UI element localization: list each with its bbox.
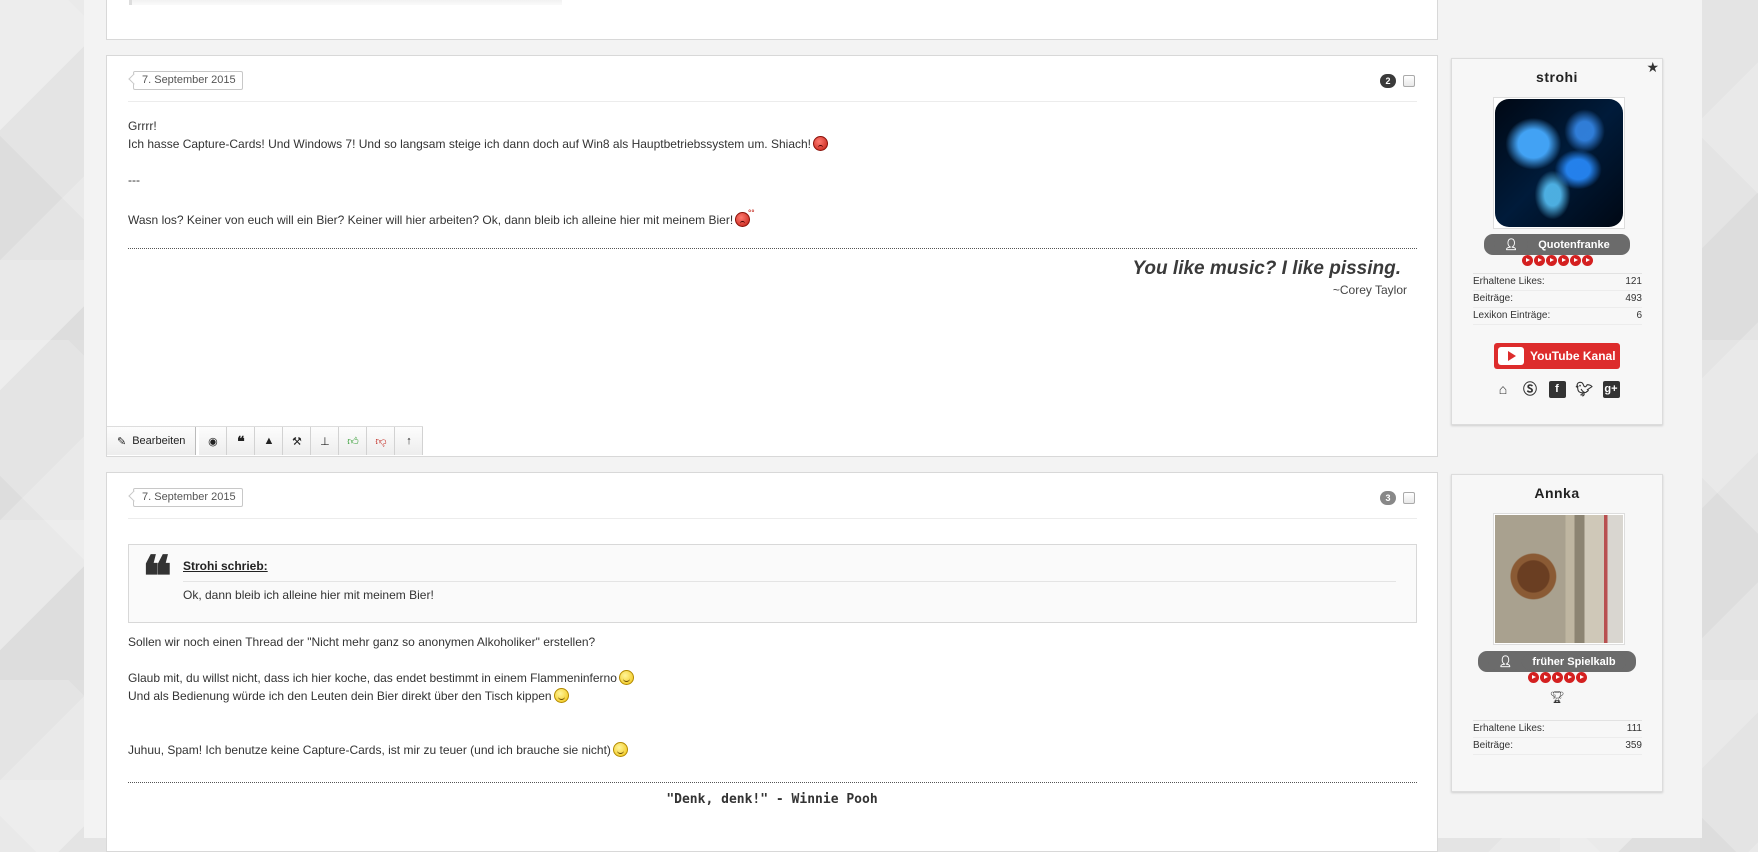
rank-star-icon bbox=[1533, 255, 1545, 266]
scroll-top-button[interactable]: ↑ bbox=[395, 427, 424, 455]
post-number-badge[interactable]: 3 bbox=[1380, 491, 1396, 505]
twitter-icon[interactable]: 🐦︎ bbox=[1576, 381, 1594, 398]
post-line: Grrrr! bbox=[128, 119, 157, 133]
username[interactable]: Annka bbox=[1452, 485, 1662, 501]
pin-icon: ⊥ bbox=[320, 435, 330, 448]
post-line: Sollen wir noch einen Thread der "Nicht … bbox=[128, 635, 596, 649]
quote-icon: ❝ bbox=[237, 432, 245, 449]
stat-row: Beiträge: 359 bbox=[1473, 738, 1642, 755]
grin-smiley-icon bbox=[612, 742, 628, 757]
user-sidebar-strohi: strohi ★ 👤︎ Quotenfranke Erhaltene Likes… bbox=[1451, 58, 1663, 425]
rank-star-icon bbox=[1563, 672, 1575, 683]
post-line: Wasn los? Keiner von euch will ein Bier?… bbox=[128, 210, 755, 227]
user-icon: 👤︎ bbox=[1494, 236, 1529, 253]
globe-icon: ◉ bbox=[208, 435, 218, 448]
google-plus-icon[interactable]: g+ bbox=[1602, 381, 1620, 398]
username[interactable]: strohi bbox=[1452, 69, 1662, 85]
thumbs-up-icon: 👍︎ bbox=[347, 435, 359, 448]
header-divider bbox=[128, 101, 1417, 102]
trophy-icon: 🏆︎ bbox=[1549, 690, 1565, 704]
pencil-icon: ✎ bbox=[117, 435, 127, 448]
rank-star-icon bbox=[1581, 255, 1593, 266]
arrow-up-icon: ↑ bbox=[406, 435, 412, 447]
social-links: ⌂ Ⓢ f 🐦︎ g+ bbox=[1452, 381, 1662, 398]
stat-row: Erhaltene Likes: 111 bbox=[1473, 721, 1642, 738]
post-number-badge[interactable]: 2 bbox=[1380, 74, 1396, 88]
quote-author-link[interactable]: Strohi schrieb: bbox=[183, 559, 268, 573]
rank-star-icon bbox=[1575, 672, 1587, 683]
rank-star-icon bbox=[1569, 255, 1581, 266]
quote-icon: ❝ bbox=[142, 544, 173, 610]
home-icon[interactable]: ⌂ bbox=[1495, 381, 1512, 398]
user-stats: Erhaltene Likes: 111 Beiträge: 359 bbox=[1473, 720, 1642, 755]
post-select-checkbox[interactable] bbox=[1403, 75, 1415, 87]
user-stats: Erhaltene Likes: 121 Beiträge: 493 Lexikon… bbox=[1473, 273, 1642, 325]
post-select-checkbox[interactable] bbox=[1403, 492, 1415, 504]
rank-stars bbox=[1452, 672, 1662, 683]
signature-text: "Denk, denk!" - Winnie Pooh bbox=[666, 792, 878, 807]
post-line: Ich hasse Capture-Cards! Und Windows 7! … bbox=[128, 135, 829, 153]
like-button[interactable]: 👍︎ bbox=[339, 427, 368, 455]
hammer-icon: ⚒ bbox=[292, 435, 302, 448]
post-toolbar: ✎ Bearbeiten ◉ ❝ ▲ ⚒ ⊥ 👍︎ 👎︎ ↑ bbox=[107, 426, 424, 456]
stat-row: Erhaltene Likes: 121 bbox=[1473, 274, 1642, 291]
edit-button[interactable]: ✎ Bearbeiten bbox=[107, 427, 197, 455]
thumbs-down-icon: 👎︎ bbox=[375, 435, 387, 448]
signature-divider bbox=[128, 248, 1417, 249]
rank-star-icon bbox=[1551, 672, 1563, 683]
rank-star-icon bbox=[1521, 255, 1533, 266]
post-date[interactable]: 7. September 2015 bbox=[133, 488, 243, 507]
angry-smiley-icon bbox=[813, 136, 829, 151]
post-body: Grrrr! Ich hasse Capture-Cards! Und Wind… bbox=[128, 117, 829, 229]
youtube-icon bbox=[1498, 347, 1524, 365]
grin-smiley-icon bbox=[553, 688, 569, 703]
skype-icon[interactable]: Ⓢ bbox=[1522, 381, 1539, 398]
quote-block: ❝ Strohi schrieb: Ok, dann bleib ich all… bbox=[128, 544, 1417, 623]
dislike-button[interactable]: 👎︎ bbox=[367, 427, 396, 455]
rank-badge: 👤︎ früher Spielkalb bbox=[1452, 651, 1662, 672]
header-divider bbox=[128, 518, 1417, 519]
signature-quote: You like music? I like pissing. bbox=[1132, 258, 1401, 279]
user-sidebar-annka: Annka 👤︎ früher Spielkalb 🏆︎ Erhaltene L… bbox=[1451, 474, 1663, 792]
report-button[interactable]: ▲ bbox=[255, 427, 284, 455]
youtube-channel-button[interactable]: YouTube Kanal bbox=[1494, 343, 1620, 369]
previous-post-fragment bbox=[106, 0, 1438, 40]
rank-star-icon bbox=[1557, 255, 1569, 266]
rank-star-icon bbox=[1545, 255, 1557, 266]
facebook-icon[interactable]: f bbox=[1548, 381, 1566, 398]
previous-signature-shade bbox=[129, 0, 562, 5]
post-2: 7. September 2015 2 Grrrr! Ich hasse Cap… bbox=[106, 55, 1438, 457]
quote-divider bbox=[183, 581, 1396, 582]
avatar[interactable] bbox=[1493, 513, 1625, 645]
post-line: --- bbox=[128, 173, 140, 187]
beer-smiley-icon bbox=[735, 212, 751, 227]
avatar[interactable] bbox=[1493, 97, 1625, 229]
quote-text: Ok, dann bleib ich alleine hier mit mein… bbox=[183, 588, 434, 602]
moderate-button[interactable]: ⚒ bbox=[283, 427, 312, 455]
post-line: Und als Bedienung würde ich den Leuten d… bbox=[128, 687, 634, 705]
warning-icon: ▲ bbox=[263, 435, 275, 447]
rank-stars bbox=[1452, 255, 1662, 266]
post-3: 7. September 2015 3 ❝ Strohi schrieb: Ok… bbox=[106, 472, 1438, 852]
edit-button-label: Bearbeiten bbox=[132, 435, 186, 447]
post-date[interactable]: 7. September 2015 bbox=[133, 71, 243, 90]
rank-star-icon bbox=[1539, 672, 1551, 683]
pin-button[interactable]: ⊥ bbox=[311, 427, 340, 455]
stat-row: Lexikon Einträge: 6 bbox=[1473, 308, 1642, 325]
stat-row: Beiträge: 493 bbox=[1473, 291, 1642, 308]
post-body: Sollen wir noch einen Thread der "Nicht … bbox=[128, 633, 634, 759]
user-icon: 👤︎ bbox=[1488, 653, 1523, 670]
post-line: Glaub mit, du willst nicht, dass ich hie… bbox=[128, 669, 634, 687]
rank-star-icon bbox=[1527, 672, 1539, 683]
rank-badge: 👤︎ Quotenfranke bbox=[1452, 234, 1662, 255]
post-line: Juhuu, Spam! Ich benutze keine Capture-C… bbox=[128, 741, 634, 759]
signature-author: ~Corey Taylor bbox=[1332, 283, 1407, 297]
signature-divider bbox=[128, 782, 1417, 783]
smile-smiley-icon bbox=[618, 670, 634, 685]
quote-button[interactable]: ❝ bbox=[227, 427, 256, 455]
star-icon: ★ bbox=[1646, 59, 1659, 75]
globe-button[interactable]: ◉ bbox=[199, 427, 228, 455]
